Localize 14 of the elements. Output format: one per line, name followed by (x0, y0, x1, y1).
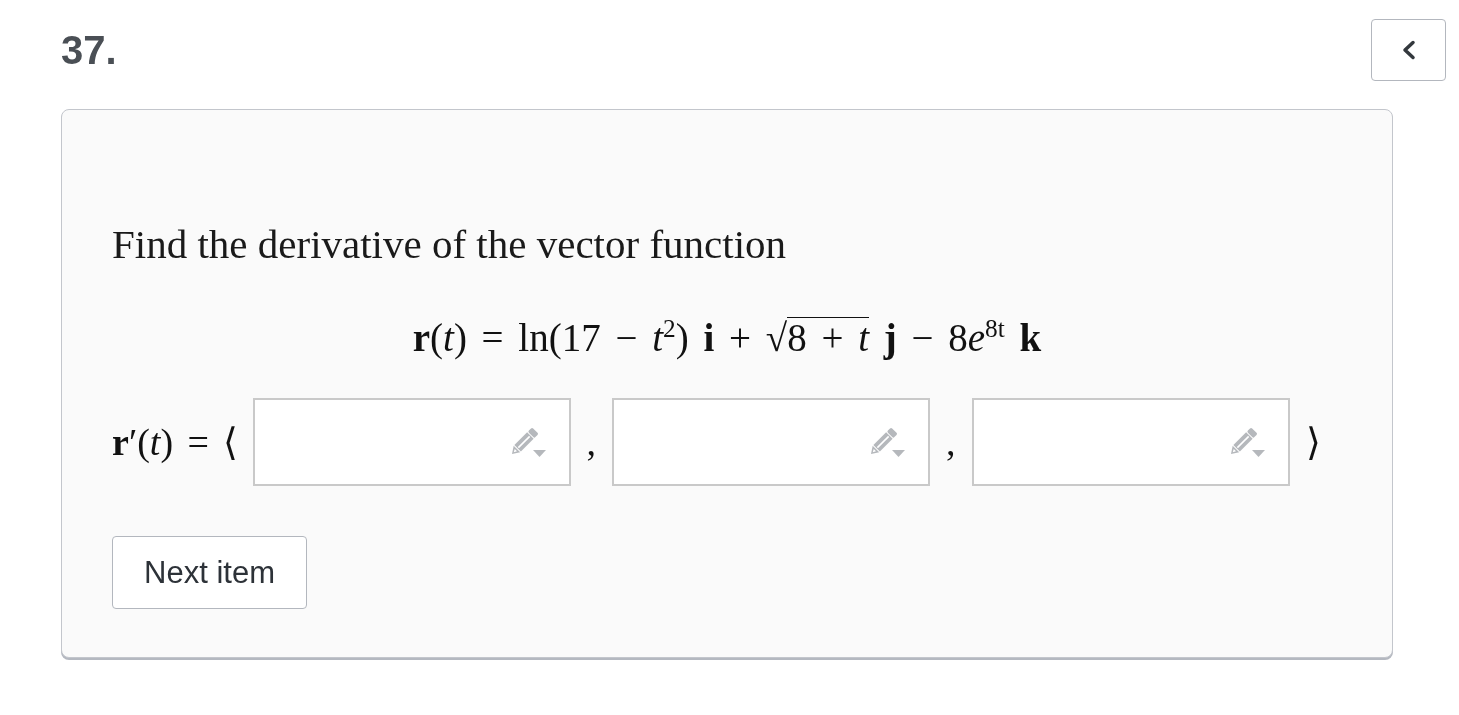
answer-field[interactable] (971, 398, 1290, 486)
punctuation-text: , (586, 420, 596, 465)
question-number: 37. (61, 30, 117, 70)
back-button[interactable] (1371, 19, 1446, 81)
equation-label: r′(t) = ⟨ (112, 420, 239, 465)
chevron-icon (1401, 40, 1416, 60)
answer-field[interactable] (252, 398, 571, 486)
math-formula: r(t) = ln(17 − t$^{2}$) i + √8 + t j − 8e$^{8t}$ k (412, 313, 1042, 362)
next-item-button[interactable]: Next item (112, 536, 307, 609)
question-prompt: Find the derivative of the vector function (112, 220, 787, 268)
punctuation-text: ⟩ (1305, 420, 1321, 465)
punctuation-text: , (946, 420, 956, 465)
answer-field[interactable] (612, 398, 930, 486)
pencil-icon[interactable] (868, 425, 906, 459)
